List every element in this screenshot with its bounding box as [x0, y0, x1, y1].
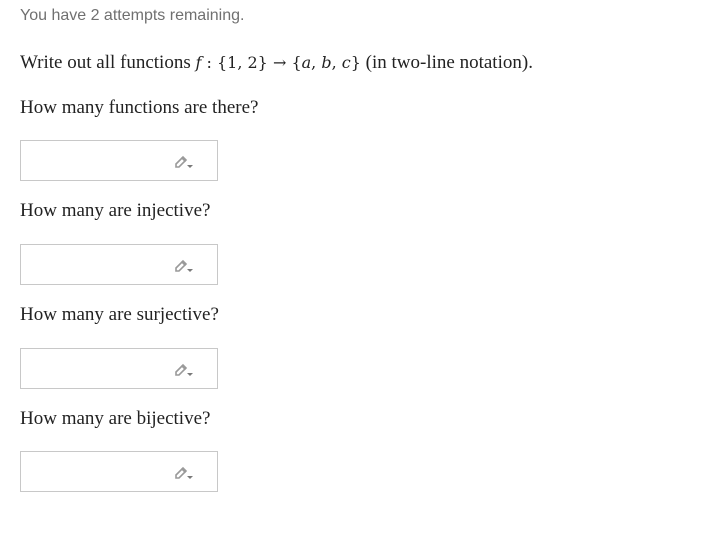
part-1-answer-field[interactable] [20, 140, 218, 181]
pencil-dropdown-icon[interactable] [173, 257, 195, 275]
part-3-answer-field[interactable] [20, 348, 218, 389]
pencil-dropdown-icon[interactable] [173, 361, 195, 379]
prompt-prefix: Write out all functions [20, 52, 191, 73]
prompt-suffix: (in two-line notation). [365, 52, 533, 73]
codomain-c: c [341, 53, 351, 72]
math-colon: : [201, 53, 217, 72]
codomain-open: { [291, 53, 302, 72]
pencil-dropdown-icon[interactable] [173, 464, 195, 482]
part-2-answer-field[interactable] [20, 244, 218, 285]
codomain-a: a [301, 53, 312, 72]
attempts-remaining-text: You have 2 attempts remaining. [20, 7, 245, 24]
pencil-dropdown-icon[interactable] [173, 153, 195, 171]
math-arrow: → [267, 53, 292, 72]
part-3-label: How many are surjective? [20, 304, 219, 325]
function-notation: f : {1, 2} → {a, b, c} [195, 53, 361, 72]
question-prompt: Write out all functions f : {1, 2} → {a,… [20, 52, 533, 74]
codomain-b: b [321, 53, 332, 72]
part-1-label: How many functions are there? [20, 97, 259, 118]
codomain-close: } [350, 53, 361, 72]
domain-set: {1, 2} [216, 53, 268, 72]
part-4-label: How many are bijective? [20, 408, 211, 429]
part-2-label: How many are injective? [20, 200, 211, 221]
part-4-answer-field[interactable] [20, 451, 218, 492]
